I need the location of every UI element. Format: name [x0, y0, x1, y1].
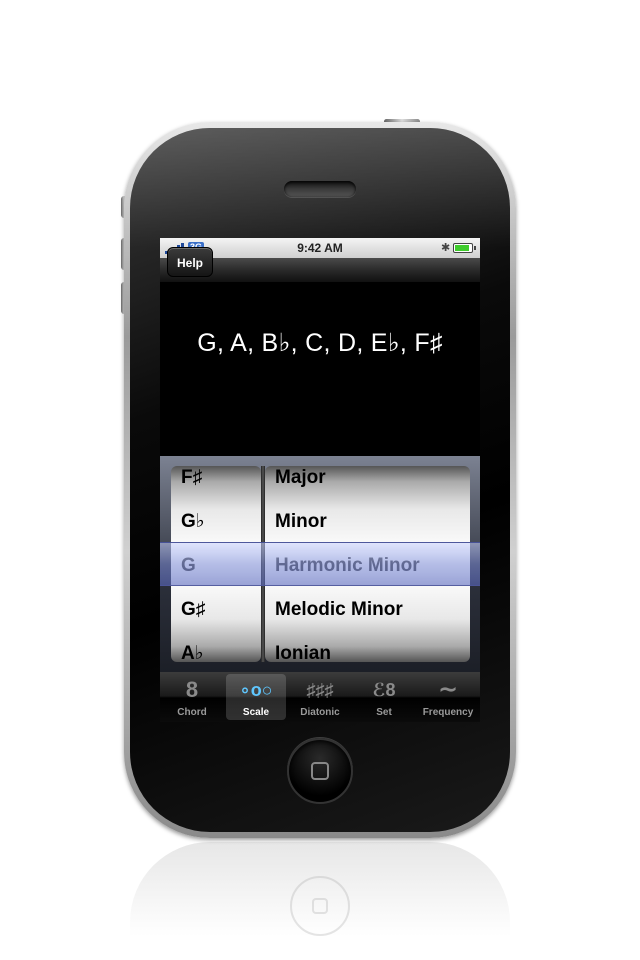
app-screen: 3G 9:42 AM ✱ Help G, A, B♭, C, D, E♭, F♯…: [160, 238, 480, 722]
scale-type-option-selected[interactable]: Harmonic Minor: [275, 544, 420, 588]
root-option[interactable]: G♯: [181, 588, 205, 632]
help-button[interactable]: Help: [167, 247, 214, 277]
earpiece-speaker: [284, 181, 356, 197]
tab-set[interactable]: ℰ8 Set: [354, 674, 414, 720]
note-set-icon: ℰ8: [372, 680, 396, 700]
scale-type-wheel[interactable]: Major Minor Harmonic Minor Melodic Minor…: [265, 466, 470, 662]
battery-icon: [453, 243, 476, 253]
home-square-icon: [311, 762, 329, 780]
chord-stack-icon: 8: [185, 677, 199, 702]
home-button-reflection: [290, 876, 350, 936]
root-option[interactable]: F♯: [181, 466, 202, 500]
tab-scale[interactable]: ∘o○ Scale: [226, 674, 286, 720]
sine-wave-icon: ∼: [437, 676, 459, 703]
sharps-icon: ♯♯♯: [306, 680, 334, 700]
home-button[interactable]: [287, 738, 353, 804]
tab-label: Diatonic: [300, 707, 340, 718]
root-option[interactable]: A♭: [181, 632, 204, 662]
root-note-wheel[interactable]: F♯ G♭ G G♯ A♭: [171, 466, 261, 662]
tab-label: Scale: [242, 707, 270, 718]
bluetooth-icon: ✱: [441, 242, 451, 254]
tab-frequency[interactable]: ∼ Frequency: [418, 674, 478, 720]
scale-notes-icon: ∘o○: [239, 680, 273, 700]
tab-label: Set: [376, 707, 392, 718]
scale-type-option[interactable]: Major: [275, 466, 326, 500]
scale-type-option[interactable]: Ionian: [275, 632, 331, 662]
tab-bar: 8 Chord ∘o○ Scale ♯♯♯ Diatonic ℰ8 Set ∼ …: [160, 672, 480, 722]
tab-diatonic[interactable]: ♯♯♯ Diatonic: [290, 674, 350, 720]
tab-label: Chord: [177, 707, 207, 718]
scale-type-option[interactable]: Minor: [275, 500, 327, 544]
scale-picker: F♯ G♭ G G♯ A♭ Major Minor Harmonic Minor…: [160, 456, 480, 672]
device-mockup: 3G 9:42 AM ✱ Help G, A, B♭, C, D, E♭, F♯…: [0, 0, 640, 960]
root-option[interactable]: G♭: [181, 500, 205, 544]
battery-fill: [455, 245, 470, 251]
scale-type-option[interactable]: Melodic Minor: [275, 588, 403, 632]
tab-label: Frequency: [422, 707, 474, 718]
root-option-selected[interactable]: G: [181, 544, 196, 588]
scale-notes-display: G, A, B♭, C, D, E♭, F♯: [197, 329, 443, 357]
tab-chord[interactable]: 8 Chord: [162, 674, 222, 720]
